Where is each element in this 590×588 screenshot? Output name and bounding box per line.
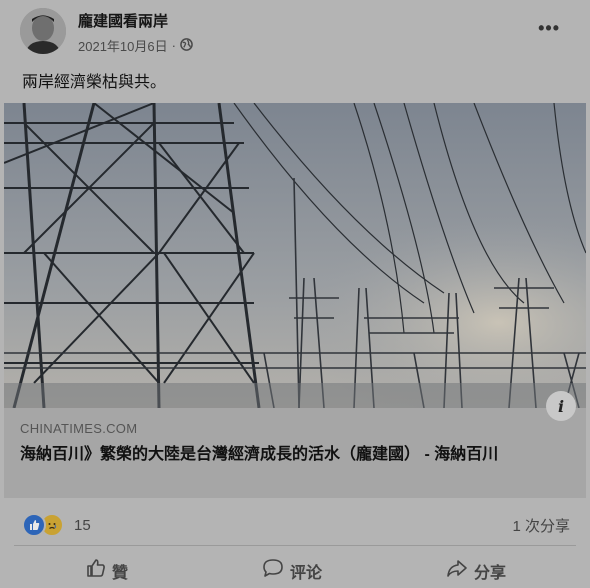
reaction-count: 15 [74, 516, 91, 534]
reaction-summary[interactable]: 15 [22, 513, 91, 537]
share-arrow-icon [446, 558, 468, 583]
link-preview-card[interactable]: i CHINATIMES.COM 海納百川》繁榮的大陸是台灣經濟成長的活水（龐建… [4, 103, 586, 498]
like-button[interactable]: 贊 [86, 558, 128, 583]
meta-separator: · [171, 38, 176, 53]
like-reaction-icon [22, 513, 46, 537]
facebook-post: 龐建國看兩岸 2021年10月6日 · ••• 兩岸經濟榮枯與共。 i CHIN… [0, 0, 590, 585]
globe-icon [180, 37, 193, 54]
share-count[interactable]: 1 次分享 [512, 515, 570, 536]
link-headline[interactable]: 海納百川》繁榮的大陸是台灣經濟成長的活水（龐建國） - 海納百川 [20, 443, 560, 467]
share-button[interactable]: 分享 [446, 558, 506, 583]
post-text: 兩岸經濟榮枯與共。 [22, 74, 167, 91]
post-date[interactable]: 2021年10月6日 [78, 36, 168, 55]
comment-icon [262, 558, 284, 583]
comment-label: 评论 [290, 564, 323, 582]
share-label: 分享 [474, 564, 507, 582]
link-preview-image[interactable] [4, 103, 586, 408]
more-options-button[interactable]: ••• [538, 18, 560, 39]
divider [14, 545, 576, 546]
thumbs-up-icon [86, 558, 106, 583]
comment-button[interactable]: 评论 [262, 558, 322, 583]
like-label: 贊 [112, 564, 129, 582]
avatar[interactable] [20, 8, 66, 54]
info-button[interactable]: i [546, 391, 576, 421]
action-bar: 贊 评论 分享 [0, 558, 590, 588]
post-meta: 2021年10月6日 · [78, 36, 193, 55]
author-name[interactable]: 龐建國看兩岸 [78, 10, 168, 31]
link-domain: CHINATIMES.COM [20, 421, 138, 436]
